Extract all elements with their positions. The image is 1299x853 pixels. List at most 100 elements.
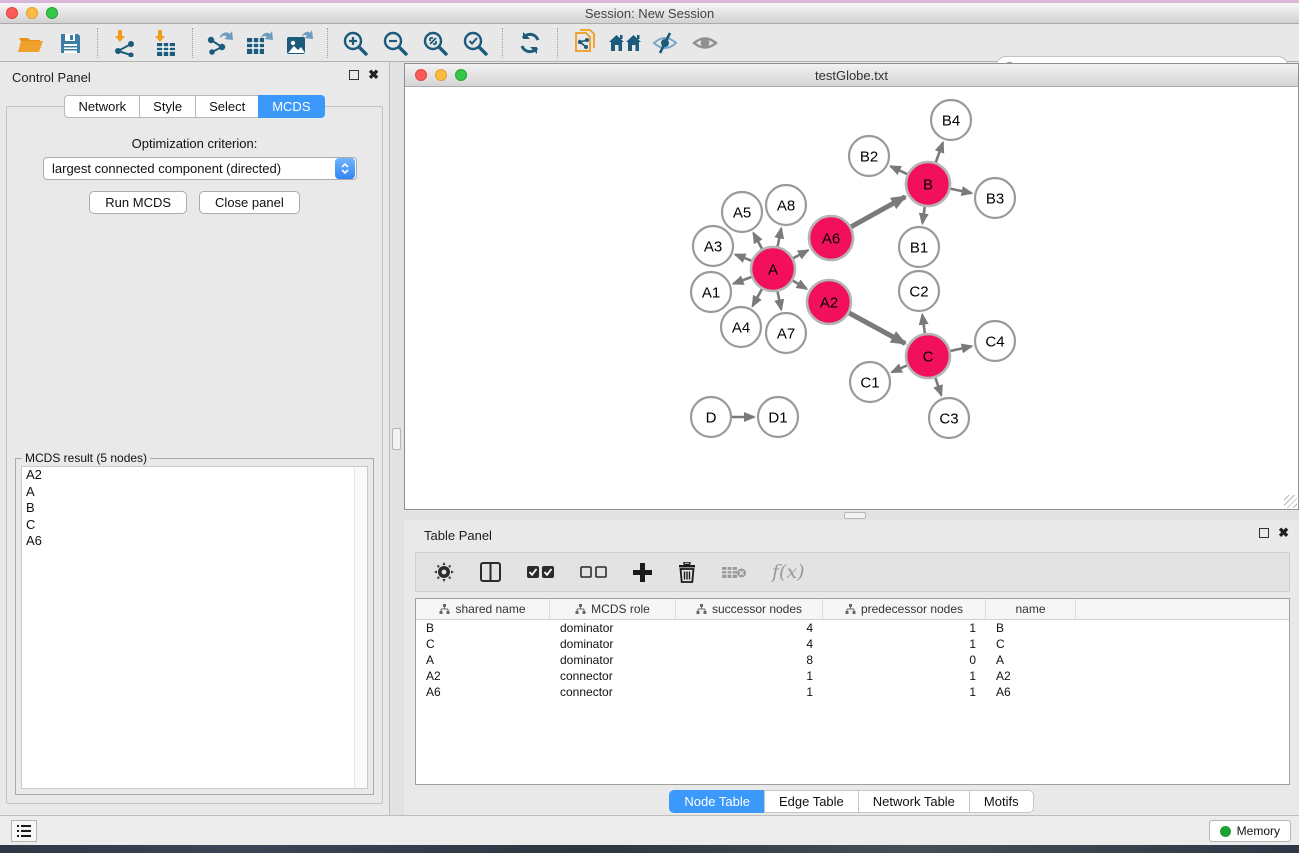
criterion-dropdown[interactable]: largest connected component (directed)	[43, 157, 357, 180]
deselect-all-checkboxes-icon[interactable]	[580, 566, 607, 579]
table-row[interactable]: Cdominator41C	[416, 636, 1289, 652]
window-resize-grip[interactable]	[1284, 495, 1297, 508]
task-history-button[interactable]	[11, 820, 37, 842]
memory-button[interactable]: Memory	[1209, 820, 1291, 842]
add-column-icon[interactable]	[633, 563, 652, 582]
column-header[interactable]: successor nodes	[676, 599, 823, 619]
graph-node-A3[interactable]: A3	[693, 226, 733, 266]
table-cell[interactable]: A	[416, 653, 550, 667]
result-item[interactable]: A2	[22, 467, 367, 484]
run-mcds-button[interactable]: Run MCDS	[89, 191, 187, 214]
network-graph[interactable]: B4B2BB3A8A5A6A3B1AA1C2A2A4A7C4CC1DD1C3	[405, 87, 1298, 509]
table-cell[interactable]: 8	[676, 653, 823, 667]
network-canvas[interactable]: B4B2BB3A8A5A6A3B1AA1C2A2A4A7C4CC1DD1C3	[405, 87, 1298, 509]
table-cell[interactable]: dominator	[550, 621, 676, 635]
tab-node-table[interactable]: Node Table	[669, 790, 764, 813]
graph-node-A1[interactable]: A1	[691, 272, 731, 312]
zoom-in-icon[interactable]	[335, 27, 375, 59]
hide-graphics-details-icon[interactable]	[645, 27, 685, 59]
result-item[interactable]: A6	[22, 533, 367, 550]
close-panel-icon[interactable]: ✖	[1278, 528, 1289, 538]
duplicate-network-icon[interactable]	[565, 27, 605, 59]
tab-select[interactable]: Select	[195, 95, 258, 118]
delete-table-icon[interactable]	[722, 565, 746, 580]
table-cell[interactable]: 0	[823, 653, 986, 667]
show-graphics-details-icon[interactable]	[685, 27, 725, 59]
zoom-selected-icon[interactable]	[455, 27, 495, 59]
zoom-fit-icon[interactable]	[415, 27, 455, 59]
import-table-icon[interactable]	[145, 27, 185, 59]
result-item[interactable]: A	[22, 484, 367, 501]
column-layout-icon[interactable]	[480, 562, 501, 582]
table-cell[interactable]: A6	[986, 685, 1076, 699]
close-panel-icon[interactable]: ✖	[368, 70, 379, 80]
graph-node-B1[interactable]: B1	[899, 227, 939, 267]
table-row[interactable]: A6connector11A6	[416, 684, 1289, 700]
table-cell[interactable]: 1	[823, 669, 986, 683]
export-image-icon[interactable]	[280, 27, 320, 59]
horizontal-split-divider[interactable]	[404, 511, 1299, 520]
vertical-split-divider[interactable]	[391, 62, 404, 815]
refresh-layout-icon[interactable]	[510, 27, 550, 59]
table-cell[interactable]: 1	[823, 685, 986, 699]
graph-node-C1[interactable]: C1	[850, 362, 890, 402]
graph-node-D1[interactable]: D1	[758, 397, 798, 437]
network-window-titlebar[interactable]: testGlobe.txt	[405, 64, 1298, 87]
open-session-icon[interactable]	[10, 27, 50, 59]
delete-column-icon[interactable]	[678, 562, 696, 583]
result-scrollbar[interactable]	[354, 467, 367, 788]
close-panel-button[interactable]: Close panel	[199, 191, 300, 214]
graph-node-A4[interactable]: A4	[721, 307, 761, 347]
table-cell[interactable]: A6	[416, 685, 550, 699]
tab-style[interactable]: Style	[139, 95, 195, 118]
function-builder-icon[interactable]: f(x)	[772, 561, 805, 583]
graph-node-C2[interactable]: C2	[899, 271, 939, 311]
table-cell[interactable]: 1	[823, 621, 986, 635]
tab-network[interactable]: Network	[64, 95, 139, 118]
table-cell[interactable]: 1	[823, 637, 986, 651]
graph-node-A2[interactable]: A2	[807, 280, 851, 324]
table-cell[interactable]: B	[416, 621, 550, 635]
table-cell[interactable]: connector	[550, 669, 676, 683]
float-panel-icon[interactable]	[1259, 528, 1269, 538]
graph-node-C4[interactable]: C4	[975, 321, 1015, 361]
graph-node-C3[interactable]: C3	[929, 398, 969, 438]
select-all-checkboxes-icon[interactable]	[527, 566, 554, 579]
table-row[interactable]: Adominator80A	[416, 652, 1289, 668]
table-cell[interactable]: A2	[416, 669, 550, 683]
column-header[interactable]: name	[986, 599, 1076, 619]
table-cell[interactable]: 4	[676, 637, 823, 651]
zoom-out-icon[interactable]	[375, 27, 415, 59]
split-handle[interactable]	[844, 512, 866, 519]
table-cell[interactable]: dominator	[550, 637, 676, 651]
export-table-icon[interactable]	[240, 27, 280, 59]
table-cell[interactable]: connector	[550, 685, 676, 699]
graph-node-C[interactable]: C	[906, 334, 950, 378]
column-header[interactable]: predecessor nodes	[823, 599, 986, 619]
graph-node-A[interactable]: A	[751, 247, 795, 291]
table-cell[interactable]: 1	[676, 685, 823, 699]
tab-mcds[interactable]: MCDS	[258, 95, 324, 118]
column-header[interactable]: shared name	[416, 599, 550, 619]
graph-node-A7[interactable]: A7	[766, 313, 806, 353]
tab-network-table[interactable]: Network Table	[858, 790, 969, 813]
import-network-icon[interactable]	[105, 27, 145, 59]
float-panel-icon[interactable]	[349, 70, 359, 80]
table-cell[interactable]: C	[986, 637, 1076, 651]
table-cell[interactable]: B	[986, 621, 1076, 635]
export-network-icon[interactable]	[200, 27, 240, 59]
table-cell[interactable]: dominator	[550, 653, 676, 667]
result-item[interactable]: B	[22, 500, 367, 517]
mcds-result-list[interactable]: A2 A B C A6	[21, 466, 368, 789]
table-cell[interactable]: A2	[986, 669, 1076, 683]
graph-node-A8[interactable]: A8	[766, 185, 806, 225]
split-handle[interactable]	[392, 428, 401, 450]
table-row[interactable]: A2connector11A2	[416, 668, 1289, 684]
table-cell[interactable]: A	[986, 653, 1076, 667]
graph-node-D[interactable]: D	[691, 397, 731, 437]
node-table[interactable]: shared nameMCDS rolesuccessor nodesprede…	[415, 598, 1290, 785]
table-cell[interactable]: C	[416, 637, 550, 651]
graph-node-B3[interactable]: B3	[975, 178, 1015, 218]
table-cell[interactable]: 4	[676, 621, 823, 635]
tab-motifs[interactable]: Motifs	[969, 790, 1034, 813]
